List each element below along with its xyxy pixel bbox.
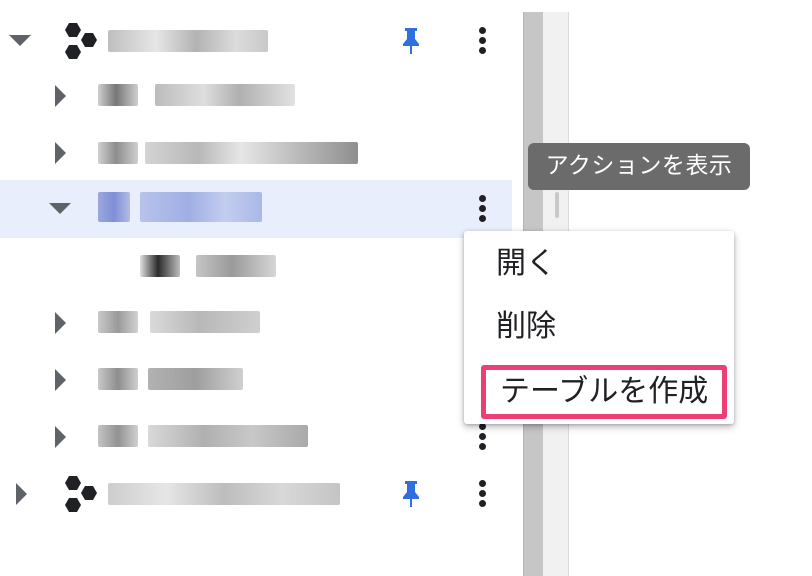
tree-row-project-2[interactable] xyxy=(0,465,512,523)
dataset-name-redacted xyxy=(150,311,260,333)
dataset-icon-redacted xyxy=(98,192,130,222)
more-vert-icon[interactable] xyxy=(476,422,490,452)
tree-row-dataset-5[interactable] xyxy=(0,408,512,466)
dataset-icon-redacted xyxy=(98,425,138,447)
dataset-name-redacted xyxy=(140,192,262,222)
tree-row-dataset-1[interactable] xyxy=(0,67,512,125)
expand-arrow-icon[interactable] xyxy=(9,35,31,46)
table-icon-redacted xyxy=(140,255,180,277)
menu-item-open[interactable]: 開く xyxy=(496,242,556,286)
collapse-arrow-icon[interactable] xyxy=(55,142,66,164)
pin-icon[interactable] xyxy=(400,479,422,509)
tree-row-table-1[interactable] xyxy=(0,238,512,296)
collapse-arrow-icon[interactable] xyxy=(16,483,27,505)
more-vert-icon[interactable] xyxy=(476,26,490,56)
dataset-icon-redacted xyxy=(98,311,138,333)
dataset-icon-redacted xyxy=(98,84,138,106)
collapse-arrow-icon[interactable] xyxy=(55,426,66,448)
project-name-redacted xyxy=(108,483,340,505)
hexagon-cluster-icon xyxy=(65,23,97,59)
collapse-arrow-icon[interactable] xyxy=(55,312,66,334)
tree-row-dataset-2[interactable] xyxy=(0,124,512,182)
menu-item-create-table[interactable]: テーブルを作成 xyxy=(481,365,728,419)
scrollbar-thumb[interactable] xyxy=(555,192,559,218)
tree-row-dataset-3[interactable] xyxy=(0,294,512,352)
menu-item-delete[interactable]: 削除 xyxy=(496,305,556,349)
dataset-name-redacted xyxy=(145,142,358,164)
tree-row-dataset-4[interactable] xyxy=(0,351,512,409)
collapse-arrow-icon[interactable] xyxy=(55,369,66,391)
expand-arrow-icon[interactable] xyxy=(49,203,71,214)
more-vert-icon[interactable] xyxy=(476,194,490,224)
collapse-arrow-icon[interactable] xyxy=(55,85,66,107)
tree-row-project-1[interactable] xyxy=(0,12,512,70)
tree-row-dataset-selected[interactable] xyxy=(0,180,512,238)
dataset-name-redacted xyxy=(155,84,295,106)
dataset-name-redacted xyxy=(148,425,308,447)
project-name-redacted xyxy=(108,30,268,52)
table-name-redacted xyxy=(196,255,276,277)
dataset-name-redacted xyxy=(148,368,243,390)
more-vert-icon[interactable] xyxy=(476,479,490,509)
dataset-icon-redacted xyxy=(98,368,138,390)
pin-icon[interactable] xyxy=(400,26,422,56)
context-menu: 開く 削除 テーブルを作成 xyxy=(464,231,734,424)
hexagon-cluster-icon xyxy=(65,476,97,512)
actions-tooltip: アクションを表示 xyxy=(528,143,750,190)
dataset-icon-redacted xyxy=(98,142,138,164)
